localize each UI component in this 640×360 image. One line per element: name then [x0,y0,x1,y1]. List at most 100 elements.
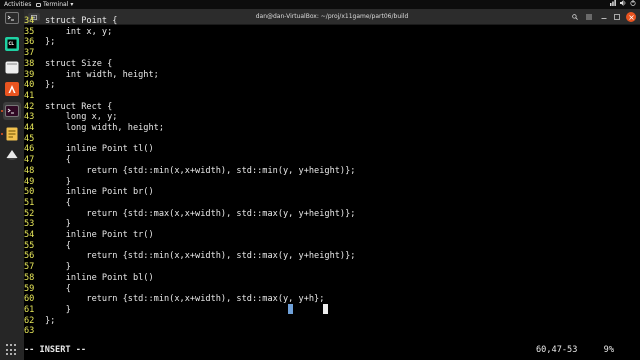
vim-mode-indicator: -- INSERT -- [24,345,87,355]
jetbrains-dock-item[interactable]: CL [3,35,21,53]
running-indicator-dot-2 [1,133,3,135]
editor-line[interactable]: 34 struct Point { [24,16,117,27]
inkscape-icon [6,150,18,160]
power-icon [630,0,636,6]
app-center-dock-item[interactable] [3,80,21,98]
line-number: 43 [24,112,35,123]
line-text: }; [45,80,56,91]
show-apps-button[interactable] [6,344,18,356]
editor-line[interactable]: 55 { [24,241,71,252]
editor-line[interactable]: 48 return {std::min(x,x+width), std::min… [24,166,355,177]
line-number: 63 [24,326,35,337]
line-text: int x, y; [45,26,113,37]
editor-line[interactable]: 50 inline Point br() [24,187,154,198]
maximize-icon [614,14,620,20]
network-icon [610,0,616,6]
editor-line[interactable]: 47 { [24,155,71,166]
svg-text:CL: CL [9,41,15,46]
editor-line[interactable]: 42 struct Rect { [24,102,112,113]
editor-line[interactable]: 36}; [24,37,55,48]
files-icon [5,61,19,73]
dock: CL [0,9,24,360]
editor-line[interactable]: 38 struct Size { [24,59,112,70]
close-icon [628,14,634,20]
line-text: struct Rect { [45,101,113,112]
system-tray[interactable] [610,0,636,6]
app-menu[interactable]: Terminal ▾ [36,0,73,9]
vim-buffer[interactable]: 63 62}; 61 } 60 return {std::min(x,x+width)… [24,16,614,336]
line-text: long x, y; [45,112,118,123]
editor-line[interactable]: 51 { [24,198,71,209]
show-apps-icon [6,344,8,346]
editor-line[interactable]: 46 inline Point tl() [24,144,154,155]
text-cursor [323,304,328,314]
line-number: 37 [24,48,35,59]
line-number: 38 [24,58,35,69]
editor-line[interactable]: 54 inline Point tr() [24,230,154,241]
terminal-dock-item[interactable] [3,9,21,27]
line-text: return {std::min(x,x+width), std::min(y,… [45,165,356,176]
line-text: }; [45,37,56,48]
editor-line[interactable]: 40}; [24,80,55,91]
editor-line[interactable]: 37 [24,48,45,59]
line-number: 54 [24,230,35,240]
activities-button[interactable]: Activities [4,0,31,9]
line-text: struct Point { [45,16,118,26]
editor-line[interactable]: 41 [24,91,45,102]
editor-line[interactable]: 49 } [24,177,71,188]
terminal-menu-icon [36,2,41,7]
editor-line[interactable]: 60 return {std::min(x,x+width), std::max… [24,294,324,305]
editor-line[interactable]: 44 long width, height; [24,123,164,134]
editor-line[interactable]: 58 inline Point bl() [24,273,154,284]
line-number: 59 [24,283,35,294]
editor-line[interactable]: 43 long x, y; [24,112,117,123]
line-text: { [45,240,71,251]
text-editor-dock-item[interactable] [3,125,21,143]
line-text: return {std::min(x,x+width), std::max(y,… [45,294,325,305]
jetbrains-icon: CL [5,37,19,51]
editor-line[interactable]: 52 return {std::max(x,x+width), std::max… [24,209,355,220]
line-number: 47 [24,155,35,166]
line-number: 40 [24,80,35,91]
terminal-active-dock-item[interactable] [3,102,21,120]
editor-line[interactable]: 61 } [24,305,71,316]
line-number: 42 [24,101,35,112]
editor-line[interactable]: 62}; [24,316,55,327]
line-number: 55 [24,240,35,251]
line-number: 39 [24,69,35,80]
line-text: return {std::min(x,x+width), std::max(y,… [45,251,356,262]
editor-line[interactable]: 39 int width, height; [24,70,159,81]
editor-line[interactable]: 59 { [24,284,71,295]
editor-line[interactable]: 45 [24,134,45,145]
inkscape-dock-item[interactable] [3,147,21,165]
terminal-icon [5,12,19,24]
terminal-active-icon [5,105,19,117]
line-number: 36 [24,37,35,48]
line-text: inline Point br() [45,187,154,198]
line-text: long width, height; [45,123,164,133]
line-number: 51 [24,197,35,208]
editor-line[interactable]: 63 [24,326,45,337]
scroll-percent: 9% [603,345,614,355]
volume-icon [620,0,626,6]
editor-line[interactable]: 56 return {std::min(x,x+width), std::max… [24,251,355,262]
files-dock-item[interactable] [3,58,21,76]
line-text: struct Size { [45,58,113,69]
line-number: 60 [24,294,35,305]
editor-line[interactable]: 35 int x, y; [24,27,112,38]
line-number: 44 [24,123,35,133]
line-text: inline Point tr() [45,230,154,240]
vim-status-line: -- INSERT -- 60,47-53 9% [24,344,614,356]
line-number: 50 [24,187,35,198]
editor-line[interactable]: 53 } [24,219,71,230]
line-text: inline Point bl() [45,272,154,283]
line-text: { [45,283,71,294]
running-indicator-dot [1,110,3,112]
line-number: 34 [24,16,35,26]
cursor-position: 60,47-53 [536,345,578,355]
line-text: } [45,304,71,315]
line-number: 52 [24,208,35,219]
editor-line[interactable]: 57 } [24,262,71,273]
line-number: 57 [24,262,35,273]
close-button[interactable] [626,12,636,22]
